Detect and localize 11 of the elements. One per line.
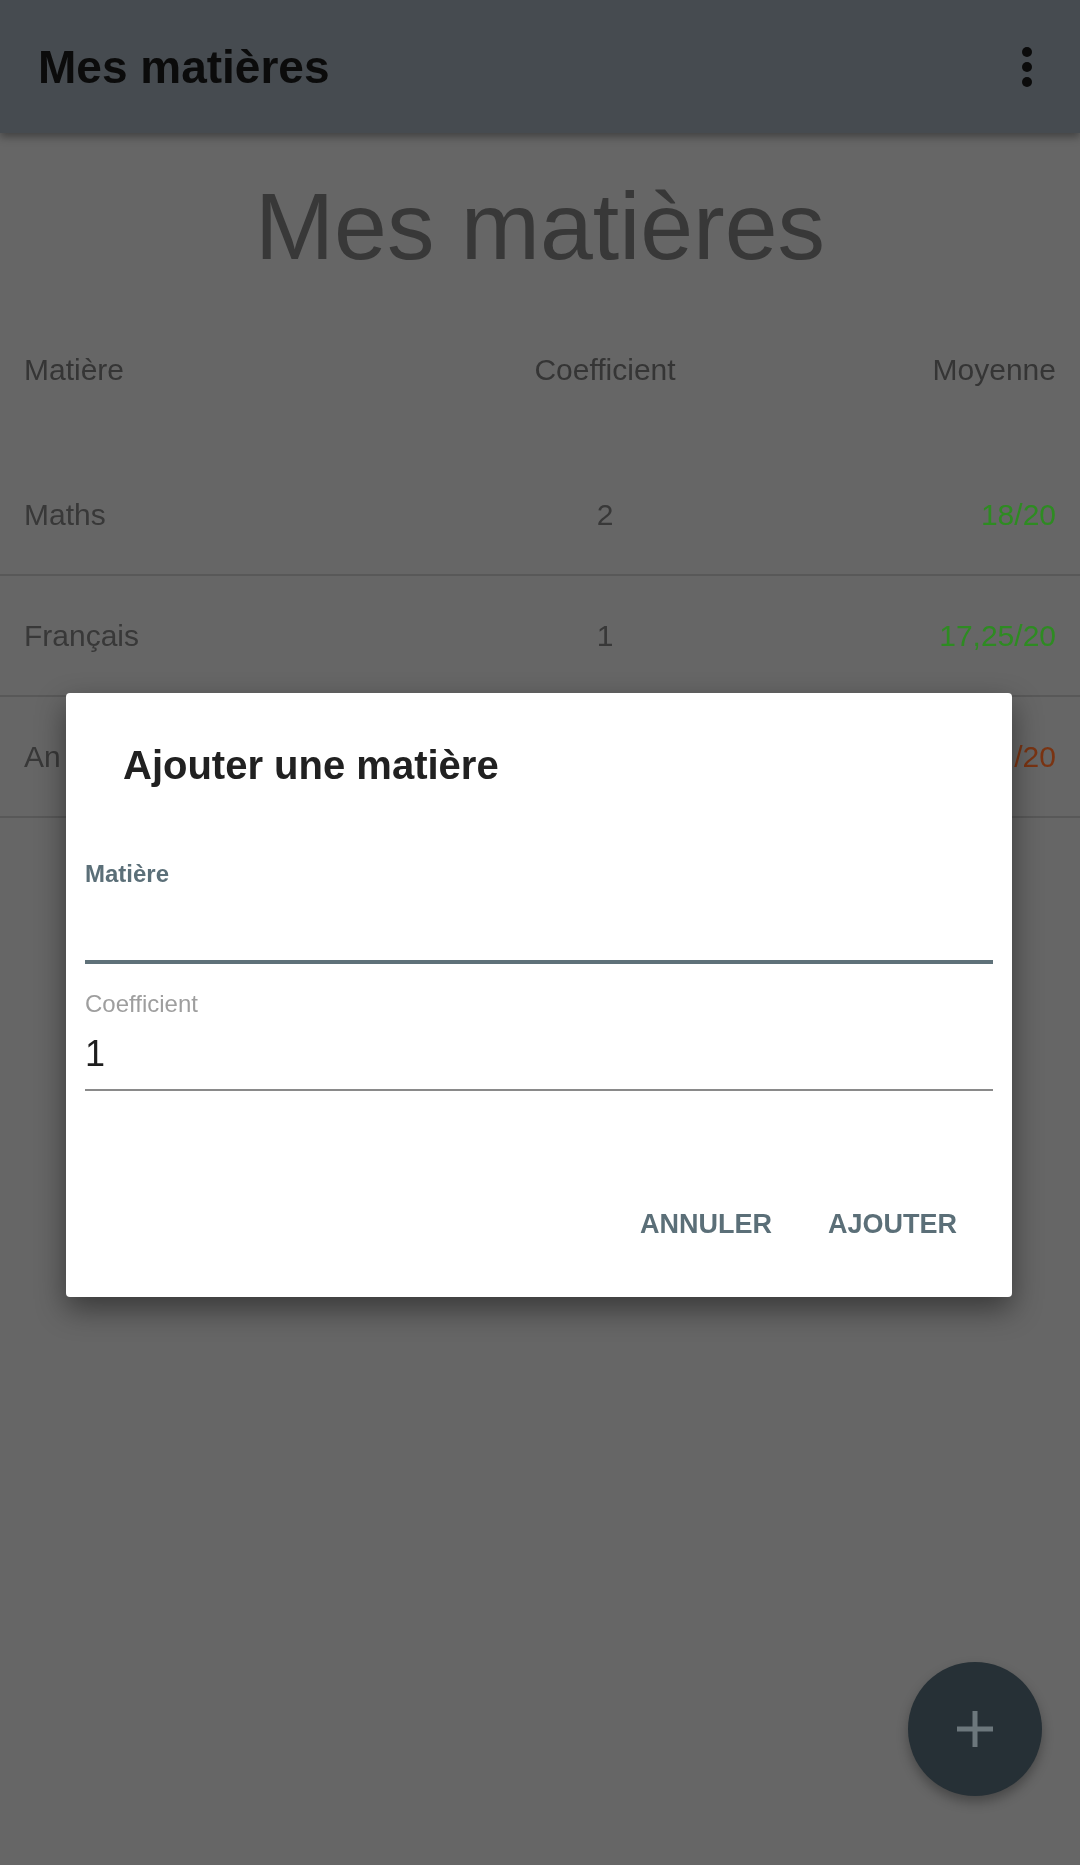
app-bar-title: Mes matières (38, 39, 331, 94)
dialog-title: Ajouter une matière (123, 742, 499, 789)
dialog-action-button[interactable]: ANNULER (624, 1192, 788, 1256)
plus-icon (957, 1711, 993, 1747)
dialog-action-button[interactable]: AJOUTER (812, 1192, 973, 1256)
text-field[interactable]: Coefficient 1 (85, 989, 993, 1091)
average-cell: 18/20 (980, 497, 1056, 531)
average-cell: 17,25/20 (939, 618, 1056, 652)
average-cell: /20 (1014, 739, 1056, 773)
text-field[interactable]: Matière (85, 859, 993, 964)
more-vertical-icon (1022, 46, 1032, 87)
